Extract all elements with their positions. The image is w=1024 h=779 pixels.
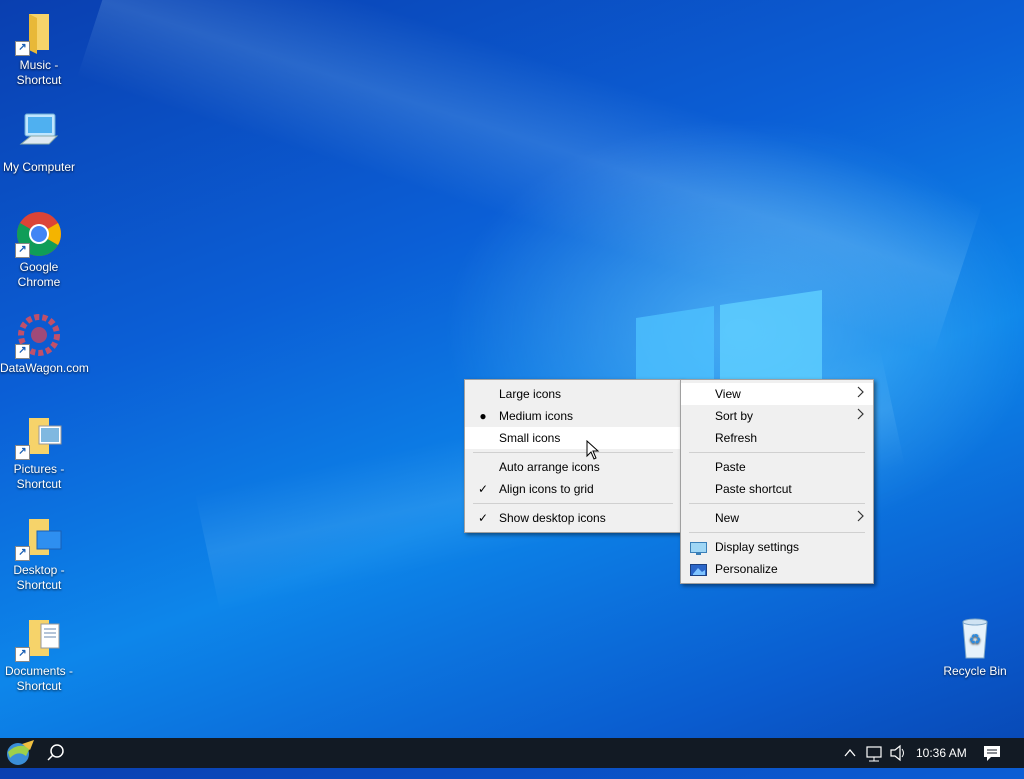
desktop-icon-label: Recycle Bin: [943, 664, 1007, 678]
menu-separator: [473, 503, 673, 504]
desktop-icon-desktop[interactable]: ↗ Desktop - Shortcut: [0, 513, 78, 593]
chevron-up-icon[interactable]: [842, 738, 858, 768]
menu-item-label: Sort by: [715, 409, 754, 423]
shortcut-arrow-icon: ↗: [15, 546, 30, 561]
menu-item-label: Paste shortcut: [715, 482, 792, 496]
volume-icon[interactable]: [888, 738, 908, 768]
desktop-icon-label: DataWagon.com: [0, 361, 89, 375]
menu-item-personalize[interactable]: Personalize: [681, 558, 873, 580]
checkmark-icon: ✓: [477, 482, 489, 496]
shortcut-arrow-icon: ↗: [15, 344, 30, 359]
desktop-icon-recycle-bin[interactable]: ♻ Recycle Bin: [936, 614, 1014, 679]
menu-separator: [689, 503, 865, 504]
view-submenu: Large icons ● Medium icons Small icons A…: [464, 379, 682, 533]
search-icon[interactable]: [44, 738, 68, 768]
menu-item-label: New: [715, 511, 740, 525]
start-icon[interactable]: [0, 738, 40, 768]
datawagon-icon: ↗: [15, 311, 63, 359]
mouse-cursor-icon: [586, 440, 600, 460]
desktop-icon-label: Pictures - Shortcut: [13, 462, 65, 491]
bullet-icon: ●: [479, 409, 487, 423]
desktop-icon-datawagon[interactable]: ↗ DataWagon.com: [0, 311, 89, 376]
menu-item-label: Auto arrange icons: [499, 460, 600, 474]
menu-item-auto-arrange-icons[interactable]: Auto arrange icons: [465, 456, 681, 478]
shortcut-arrow-icon: ↗: [15, 445, 30, 460]
folder-documents-icon: ↗: [15, 614, 63, 662]
menu-item-label: Refresh: [715, 431, 758, 445]
computer-icon: [15, 110, 63, 158]
menu-item-display-settings[interactable]: Display settings: [681, 536, 873, 558]
menu-item-small-icons[interactable]: Small icons: [465, 427, 681, 449]
menu-item-medium-icons[interactable]: ● Medium icons: [465, 405, 681, 427]
menu-item-label: Small icons: [499, 431, 561, 445]
desktop-icon-label: Music - Shortcut: [16, 58, 62, 87]
personalize-icon: [690, 562, 707, 576]
menu-item-large-icons[interactable]: Large icons: [465, 383, 681, 405]
chrome-icon: ↗: [15, 210, 63, 258]
network-icon[interactable]: [864, 738, 884, 768]
desktop-icon-label: Google Chrome: [17, 260, 61, 289]
menu-separator: [473, 452, 673, 453]
recycle-bin-icon: ♻: [951, 614, 999, 662]
shortcut-arrow-icon: ↗: [15, 243, 30, 258]
display-settings-icon: [690, 540, 707, 555]
menu-item-paste[interactable]: Paste: [681, 456, 873, 478]
desktop-icon-documents[interactable]: ↗ Documents - Shortcut: [0, 614, 78, 694]
menu-item-show-desktop-icons[interactable]: ✓ Show desktop icons: [465, 507, 681, 529]
svg-text:♻: ♻: [969, 631, 982, 647]
desktop-icon-label: Desktop - Shortcut: [13, 563, 65, 592]
menu-separator: [689, 452, 865, 453]
menu-item-label: Align icons to grid: [499, 482, 594, 496]
clock[interactable]: 10:36 AM: [916, 738, 968, 768]
menu-item-align-icons-to-grid[interactable]: ✓ Align icons to grid: [465, 478, 681, 500]
desktop-icon-my-computer[interactable]: My Computer: [0, 110, 78, 175]
desktop-context-menu: View Sort by Refresh Paste Paste shortcu…: [680, 379, 874, 584]
menu-item-label: Show desktop icons: [499, 511, 606, 525]
chevron-right-icon: [857, 405, 865, 427]
menu-item-label: Paste: [715, 460, 746, 474]
folder-desktop-icon: ↗: [15, 513, 63, 561]
shortcut-arrow-icon: ↗: [15, 647, 30, 662]
menu-item-new[interactable]: New: [681, 507, 873, 529]
folder-music-icon: ↗: [15, 8, 63, 56]
menu-item-sort-by[interactable]: Sort by: [681, 405, 873, 427]
checkmark-icon: ✓: [477, 511, 489, 525]
folder-pictures-icon: ↗: [15, 412, 63, 460]
menu-item-label: Large icons: [499, 387, 562, 401]
notification-icon[interactable]: [980, 738, 1004, 768]
menu-item-label: Display settings: [715, 540, 800, 554]
desktop-icon-label: Documents - Shortcut: [4, 664, 74, 693]
light-beam: [77, 0, 983, 356]
chevron-right-icon: [857, 383, 865, 405]
shortcut-arrow-icon: ↗: [15, 41, 30, 56]
desktop-icon-pictures[interactable]: ↗ Pictures - Shortcut: [0, 412, 78, 492]
chevron-right-icon: [857, 507, 865, 529]
menu-item-view[interactable]: View: [681, 383, 873, 405]
desktop-icon-label: My Computer: [2, 160, 76, 174]
menu-separator: [689, 532, 865, 533]
taskbar: 10:36 AM: [0, 738, 1024, 768]
desktop-icon-chrome[interactable]: ↗ Google Chrome: [0, 210, 78, 290]
desktop-icon-music[interactable]: ↗ Music - Shortcut: [0, 8, 78, 88]
menu-item-paste-shortcut[interactable]: Paste shortcut: [681, 478, 873, 500]
menu-item-label: Personalize: [715, 562, 778, 576]
menu-item-refresh[interactable]: Refresh: [681, 427, 873, 449]
menu-item-label: View: [715, 387, 741, 401]
menu-item-label: Medium icons: [499, 409, 574, 423]
